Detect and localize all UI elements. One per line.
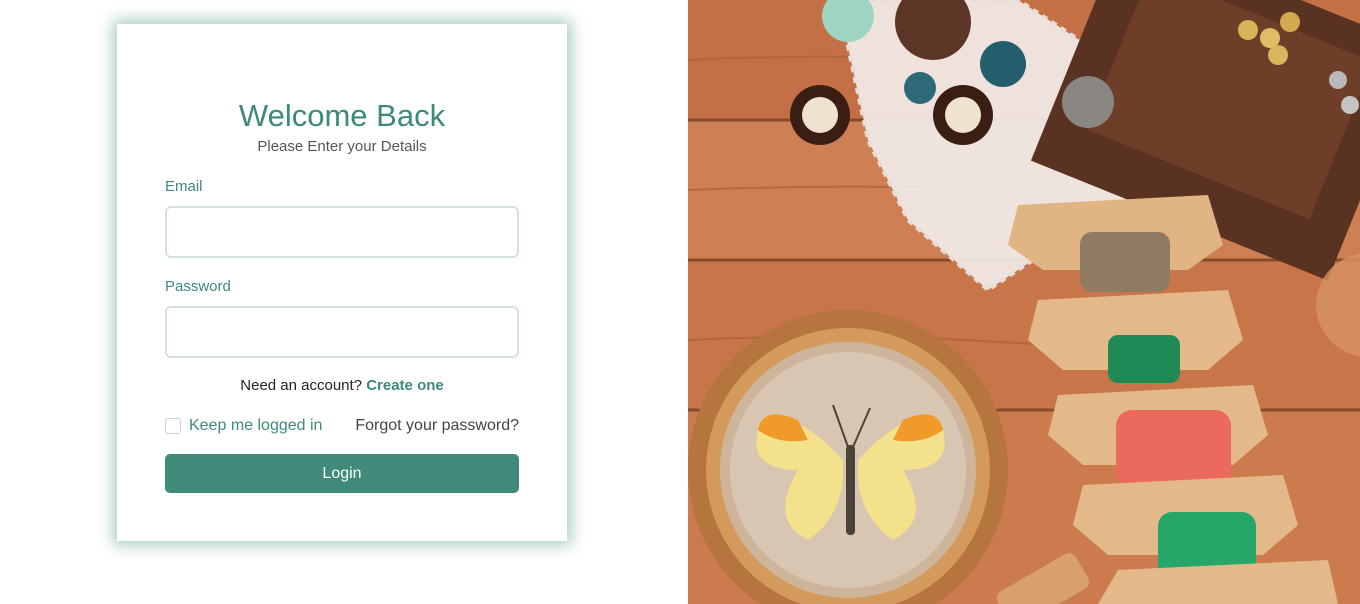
create-account-link[interactable]: Create one (366, 377, 444, 394)
page-title: Welcome Back (238, 98, 446, 133)
login-button[interactable]: Login (165, 454, 519, 493)
login-panel: Welcome Back Please Enter your Details E… (0, 0, 688, 604)
password-label: Password (165, 278, 231, 295)
email-field[interactable] (165, 206, 519, 258)
craft-supplies-image (688, 0, 1360, 604)
forgot-password-link[interactable]: Forgot your password? (355, 417, 519, 435)
subtitle: Please Enter your Details (257, 138, 427, 155)
need-account-text: Need an account? (240, 377, 363, 394)
keep-logged-checkbox[interactable] (165, 418, 181, 434)
password-field[interactable] (165, 306, 519, 358)
email-label: Email (165, 178, 203, 195)
login-card: Welcome Back Please Enter your Details E… (117, 24, 567, 541)
hero-image (688, 0, 1360, 604)
page: Welcome Back Please Enter your Details E… (0, 0, 1360, 604)
need-account-row: Need an account? Create one (117, 377, 567, 394)
keep-logged-label[interactable]: Keep me logged in (189, 417, 322, 435)
